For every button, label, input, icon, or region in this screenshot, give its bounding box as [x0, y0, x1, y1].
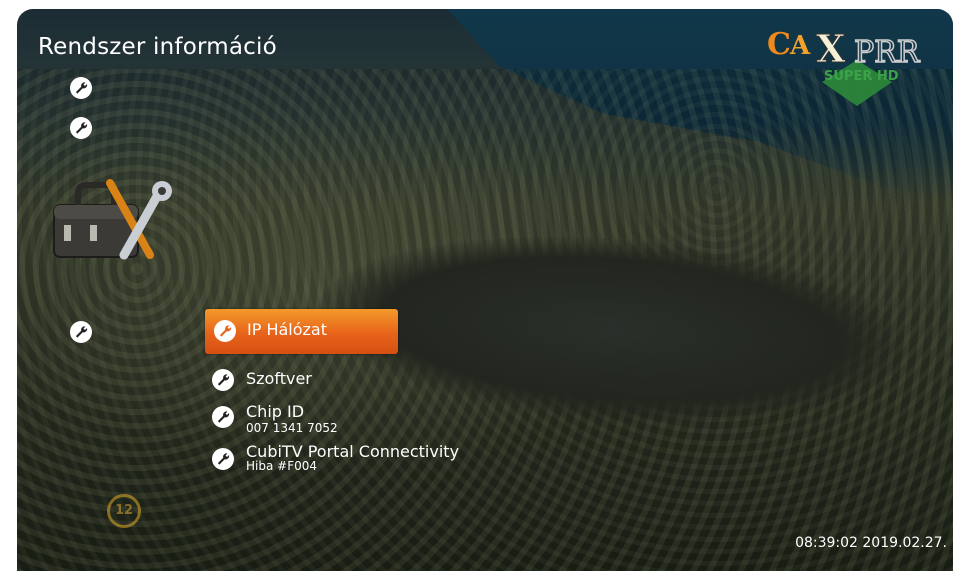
wrench-icon	[212, 448, 234, 470]
age-rating-badge: 12	[107, 494, 141, 528]
menu-item-label: Szoftver	[246, 369, 312, 388]
svg-text:C: C	[767, 27, 791, 62]
svg-text:SUPER HD: SUPER HD	[824, 69, 899, 84]
wrench-icon	[212, 406, 234, 428]
wrench-icon	[70, 77, 92, 99]
wrench-icon	[214, 320, 236, 342]
menu-item-label: Chip ID	[246, 402, 305, 421]
svg-text:A: A	[789, 31, 811, 61]
toolbox-icon	[53, 179, 172, 260]
datetime: 08:39:02 2019.02.27.	[795, 535, 947, 551]
page-title: Rendszer információ	[38, 34, 277, 60]
svg-text:X: X	[816, 26, 846, 71]
chip-id-value: 007 1341 7052	[246, 421, 338, 435]
wrench-icon	[70, 321, 92, 343]
catv-logo: C A X PRR SUPER HD	[767, 26, 922, 106]
svg-text:PRR: PRR	[854, 35, 921, 70]
menu-item-ip-network[interactable]: IP Hálózat	[205, 309, 398, 354]
menu-item-label: IP Hálózat	[247, 320, 327, 339]
wrench-icon	[212, 369, 234, 391]
portal-status: Hiba #F004	[246, 459, 318, 473]
wrench-icon	[70, 117, 92, 139]
